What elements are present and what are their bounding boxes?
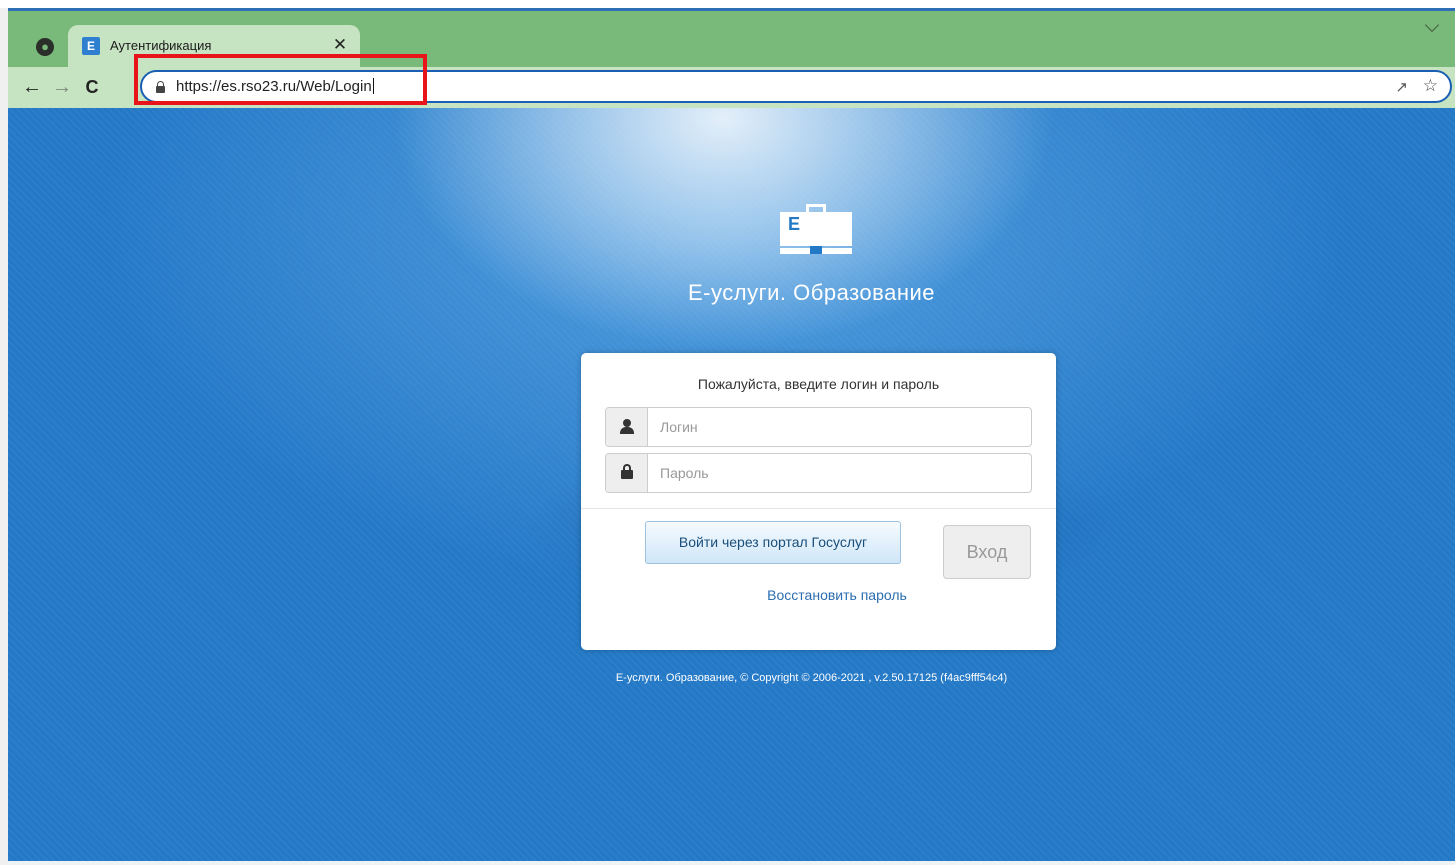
logo-case: E	[780, 212, 852, 246]
login-input[interactable]	[649, 408, 1031, 446]
tab-strip: ● E Аутентификация ✕	[8, 8, 1455, 67]
logo-letter: E	[788, 214, 801, 234]
user-icon	[606, 408, 648, 446]
browser-window: ● E Аутентификация ✕ ← → C https://es.rs…	[8, 8, 1455, 865]
globe-icon[interactable]: ●	[36, 38, 54, 56]
star-icon[interactable]: ☆	[1423, 76, 1438, 96]
login-prompt: Пожалуйста, введите логин и пароль	[697, 376, 940, 392]
user-icon-head	[623, 419, 631, 427]
tab-authentication[interactable]: E Аутентификация ✕	[68, 25, 360, 67]
url-text[interactable]: https://es.rso23.ru/Web/Login	[176, 78, 374, 95]
reload-icon[interactable]: C	[80, 75, 104, 99]
browser-toolbar: ← → C https://es.rso23.ru/Web/Login ↗ ☆	[8, 67, 1455, 108]
login-button[interactable]: Вход	[943, 525, 1031, 579]
tab-strip-top-rule	[8, 8, 1455, 11]
user-icon-torso	[620, 427, 634, 434]
password-lock-body	[621, 470, 633, 479]
share-icon[interactable]: ↗	[1395, 78, 1408, 96]
back-arrow-icon[interactable]: ←	[20, 75, 44, 99]
restore-password-link[interactable]: Восстановить пароль	[581, 587, 1056, 603]
chevron-down-icon[interactable]	[1424, 17, 1440, 33]
logo-base-gap	[810, 246, 822, 254]
password-input[interactable]	[649, 454, 1031, 492]
logo-handle	[806, 204, 826, 212]
gosuslugi-login-button[interactable]: Войти через портал Госуслуг	[645, 521, 901, 564]
tab-favicon-icon: E	[82, 37, 100, 55]
window-left-edge	[0, 8, 8, 865]
brand-title: Е-услуги. Образование	[688, 280, 935, 305]
lock-icon[interactable]	[156, 81, 165, 93]
address-bar[interactable]: https://es.rso23.ru/Web/Login ↗ ☆	[140, 70, 1452, 103]
text-caret	[372, 78, 374, 94]
url-value: https://es.rso23.ru/Web/Login	[176, 78, 372, 95]
card-divider	[581, 508, 1056, 509]
briefcase-logo-icon: E	[780, 204, 852, 256]
footer-copyright: Е-услуги. Образование, © Copyright © 200…	[615, 672, 1008, 684]
close-icon[interactable]: ✕	[330, 35, 350, 55]
forward-arrow-icon[interactable]: →	[50, 75, 74, 99]
password-lock-icon	[606, 454, 648, 492]
login-page: E Е-услуги. Образование Пожалуйста, введ…	[8, 108, 1455, 865]
login-input-group	[605, 407, 1032, 447]
login-card: Пожалуйста, введите логин и пароль Войти…	[581, 353, 1056, 650]
window-bottom-edge	[8, 861, 1455, 865]
password-input-group	[605, 453, 1032, 493]
lock-body	[156, 86, 165, 93]
tab-title: Аутентификация	[110, 38, 212, 53]
